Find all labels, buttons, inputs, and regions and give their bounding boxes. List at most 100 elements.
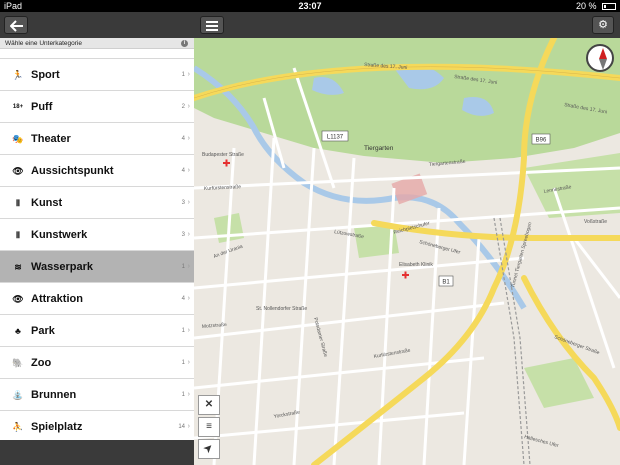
road-shield-b96: B96 — [531, 133, 551, 145]
sidebar-toolbar — [0, 12, 194, 38]
gear-icon: ⚙ — [598, 19, 608, 31]
map-label: Voßstraße — [584, 219, 607, 225]
back-button[interactable] — [4, 16, 28, 34]
settings-button[interactable]: ⚙ — [592, 16, 614, 34]
clock: 23:07 — [298, 1, 322, 11]
chevron-right-icon: › — [187, 103, 190, 110]
list-item-count: 4 — [181, 296, 185, 302]
list-button[interactable]: ≡ — [198, 417, 220, 437]
tree-icon: ♣ — [15, 326, 21, 336]
list-item-label: Theater — [31, 133, 71, 145]
runner-icon: 🏃 — [12, 70, 24, 80]
list-item-wasserpark[interactable]: ≋ Wasserpark 1 › — [0, 251, 194, 283]
road-shield-l1137: L1137 — [321, 130, 349, 142]
theater-masks-icon: 🎭 — [12, 134, 24, 144]
chevron-right-icon: › — [187, 71, 190, 78]
list-item-spielplatz[interactable]: ⛹ Spielplatz 14 › — [0, 411, 194, 438]
arrow-left-icon — [10, 20, 23, 32]
list-item-attraktion[interactable]: 👁 Attraktion 4 › — [0, 283, 194, 315]
list-item-count: 3 — [181, 232, 185, 238]
list-item-park[interactable]: ♣ Park 1 › — [0, 315, 194, 347]
elephant-icon: 🐘 — [12, 358, 24, 368]
list-item-label: Kunstwerk — [31, 229, 88, 241]
clear-route-button[interactable]: ✕ — [198, 395, 220, 415]
eye-icon: 👁 — [12, 294, 24, 304]
map-canvas: L1137 B96 B1 Straße des 17. Juni Straße … — [194, 38, 620, 465]
map-label-tiergarten: Tiergarten — [364, 145, 394, 152]
list-item-kunstwerk[interactable]: Ⅱ Kunstwerk 3 › — [0, 219, 194, 251]
list-item-count: 4 — [181, 168, 185, 174]
compass-button[interactable] — [586, 44, 614, 72]
list-item-count: 3 — [181, 200, 185, 206]
map-toolbar: ⚙ — [194, 12, 620, 38]
list-item-count: 1 — [181, 328, 185, 334]
category-list: 🏃 Sport 1 › 18+ Puff 2 › 🎭 Theater 4 › 👁 Aussichtspun… — [0, 49, 194, 438]
map-tools: ✕ ≡ ➤ — [198, 395, 220, 461]
chevron-right-icon: › — [187, 391, 190, 398]
list-item-label: Spielplatz — [31, 421, 83, 433]
list-item-label: Park — [31, 325, 55, 337]
map-label: Elisabeth Klinik — [399, 262, 433, 268]
list-item-count: 1 — [181, 72, 185, 78]
battery-icon — [602, 3, 616, 10]
list-item-zoo[interactable]: 🐘 Zoo 1 › — [0, 347, 194, 379]
list-item-brunnen[interactable]: ⛲ Brunnen 1 › — [0, 379, 194, 411]
map-label: Budapester Straße — [202, 152, 244, 158]
compass-north-needle — [599, 48, 607, 59]
list-item-aussichtspunkt[interactable]: 👁 Aussichtspunkt 4 › — [0, 155, 194, 187]
list-item-label: Kunst — [31, 197, 63, 209]
fountain-icon: ⛲ — [12, 390, 24, 400]
list-item-label: Puff — [31, 101, 53, 113]
info-icon[interactable]: i — [181, 40, 188, 47]
list-item-kunst[interactable]: Ⅱ Kunst 3 › — [0, 187, 194, 219]
list-icon: ≡ — [206, 421, 212, 432]
monument-icon: Ⅱ — [15, 230, 21, 240]
list-item-label: Sport — [31, 69, 60, 81]
18-plus-icon: 18+ — [12, 104, 24, 110]
list-item-label: Brunnen — [31, 389, 77, 401]
menu-icon-line — [206, 25, 218, 27]
compass-south-needle — [599, 59, 607, 70]
list-item-count: 1 — [181, 392, 185, 398]
subcategory-header: Wähle eine Unterkategorie i — [0, 38, 194, 49]
list-item-theater[interactable]: 🎭 Theater 4 › — [0, 123, 194, 155]
list-item-label: Attraktion — [31, 293, 83, 305]
list-item-label: Wasserpark — [31, 261, 93, 273]
chevron-right-icon: › — [187, 327, 190, 334]
close-icon: ✕ — [204, 399, 214, 410]
chevron-right-icon: › — [187, 199, 190, 206]
map-label: St. Nollendorfer Straße — [256, 306, 307, 312]
list-item-sport[interactable]: 🏃 Sport 1 › — [0, 59, 194, 91]
list-item-puff[interactable]: 18+ Puff 2 › — [0, 91, 194, 123]
shield-label: L1137 — [327, 135, 344, 141]
chevron-right-icon: › — [187, 231, 190, 238]
map-view[interactable]: ⚙ L1137 B96 B1 Straße des 17. Juni Straß… — [194, 12, 620, 465]
menu-icon-line — [206, 29, 218, 31]
status-bar: iPad 23:07 20 % — [0, 0, 620, 12]
subcategory-title: Wähle eine Unterkategorie — [5, 40, 82, 47]
playground-icon: ⛹ — [12, 422, 24, 432]
chevron-right-icon: › — [187, 295, 190, 302]
chevron-right-icon: › — [187, 423, 190, 430]
list-item-count: 1 — [181, 264, 185, 270]
shield-label: B1 — [442, 280, 450, 286]
list-item-label: Aussichtspunkt — [31, 165, 114, 177]
location-arrow-icon: ➤ — [201, 441, 216, 456]
column-icon: Ⅱ — [15, 198, 21, 208]
chevron-right-icon: › — [187, 359, 190, 366]
chevron-right-icon: › — [187, 263, 190, 270]
list-item-count: 14 — [178, 424, 185, 430]
battery-status: 20 % — [576, 0, 616, 12]
category-sidebar: Wähle eine Unterkategorie i 🏃 Sport 1 › 18+ P… — [0, 12, 194, 465]
battery-percent: 20 % — [575, 1, 597, 11]
menu-button[interactable] — [200, 16, 224, 34]
locate-button[interactable]: ➤ — [198, 439, 220, 459]
chevron-right-icon: › — [187, 167, 190, 174]
list-item-count: 4 — [181, 136, 185, 142]
list-item-label: Zoo — [31, 357, 52, 369]
sidebar-footer — [0, 440, 194, 465]
list-item-count: 1 — [181, 360, 185, 366]
chevron-right-icon: › — [187, 135, 190, 142]
list-item-partial — [0, 49, 194, 59]
eye-icon: 👁 — [12, 166, 24, 176]
